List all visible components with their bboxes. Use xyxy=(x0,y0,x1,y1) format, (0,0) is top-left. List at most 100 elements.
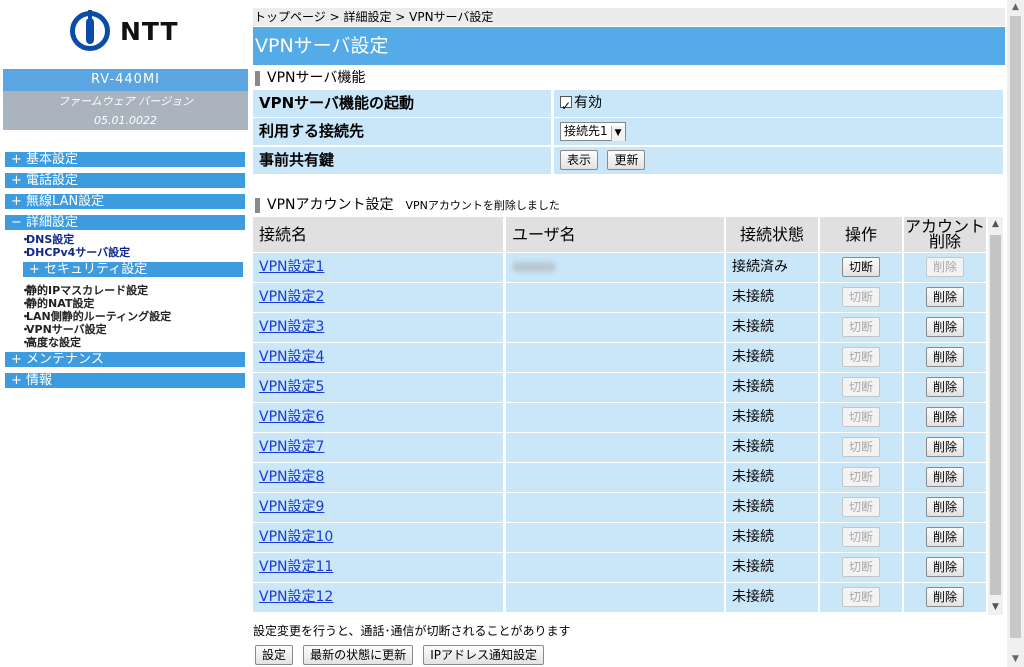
menu-dns-settings[interactable]: DNS設定 xyxy=(20,233,74,246)
page-scrollbar[interactable]: ▲ ▼ xyxy=(1007,0,1024,667)
scroll-down-icon[interactable]: ▼ xyxy=(1007,652,1024,667)
connection-name-link[interactable]: VPN設定7 xyxy=(259,439,324,455)
delete-cell: 削除 xyxy=(904,253,986,282)
user-name-cell xyxy=(506,313,724,342)
menu-phone-settings[interactable]: + 電話設定 xyxy=(5,173,245,188)
model-name: RV-440MI xyxy=(3,69,248,91)
connection-label: 利用する接続先 xyxy=(253,118,551,145)
disconnect-button[interactable]: 切断 xyxy=(841,437,880,457)
disconnect-button[interactable]: 切断 xyxy=(841,347,880,367)
delete-cell: 削除 xyxy=(904,373,986,402)
ip-notify-button[interactable]: IPアドレス通知設定 xyxy=(423,644,544,665)
delete-account-button[interactable]: 削除 xyxy=(925,527,964,547)
menu-dhcp-settings[interactable]: DHCPv4サーバ設定 xyxy=(20,246,130,259)
connection-select[interactable]: 接続先1 ▼ xyxy=(560,121,626,141)
delete-cell: 削除 xyxy=(904,553,986,582)
status-message: VPNアカウントを削除しました xyxy=(405,199,560,212)
save-button[interactable]: 設定 xyxy=(255,644,294,665)
disconnect-button[interactable]: 切断 xyxy=(841,377,880,397)
delete-cell: 削除 xyxy=(904,433,986,462)
disconnect-button[interactable]: 切断 xyxy=(841,467,880,487)
connection-name-cell: VPN設定9 xyxy=(253,493,503,522)
disconnect-button[interactable]: 切断 xyxy=(841,497,880,517)
menu-advanced-settings[interactable]: − 詳細設定 xyxy=(5,215,245,230)
enable-checkbox[interactable] xyxy=(560,93,572,120)
connection-name-link[interactable]: VPN設定8 xyxy=(259,469,324,485)
menu-wlan-settings[interactable]: + 無線LAN設定 xyxy=(5,194,245,209)
redacted-username xyxy=(512,262,556,272)
psk-value-cell: 表示 更新 xyxy=(554,147,1003,174)
connection-name-link[interactable]: VPN設定5 xyxy=(259,379,324,395)
vpn-accounts-section-heading: VPNアカウント設定 VPNアカウントを削除しました xyxy=(253,195,560,215)
menu-vpn-server[interactable]: VPNサーバ設定 xyxy=(20,323,107,336)
delete-cell: 削除 xyxy=(904,313,986,342)
sidebar: NTT RV-440MI ファームウェア バージョン 05.01.0022 + … xyxy=(0,0,250,667)
disconnect-button[interactable]: 切断 xyxy=(841,317,880,337)
warning-note: 設定変更を行うと、通話･通信が切断されることがあります xyxy=(253,624,571,638)
disconnect-button[interactable]: 切断 xyxy=(841,527,880,547)
action-cell: 切断 xyxy=(820,463,902,492)
delete-account-button[interactable]: 削除 xyxy=(925,287,964,307)
scroll-up-icon[interactable]: ▲ xyxy=(988,217,1003,232)
connection-name-link[interactable]: VPN設定10 xyxy=(259,529,333,545)
delete-account-button[interactable]: 削除 xyxy=(925,317,964,337)
menu-basic-settings[interactable]: + 基本設定 xyxy=(5,152,245,167)
delete-account-button[interactable]: 削除 xyxy=(925,467,964,487)
connection-name-link[interactable]: VPN設定9 xyxy=(259,499,324,515)
connection-name-cell: VPN設定4 xyxy=(253,343,503,372)
form-row-enable: VPNサーバ機能の起動 有効 xyxy=(253,90,1003,120)
disconnect-button[interactable]: 切断 xyxy=(841,557,880,577)
table-scrollbar[interactable]: ▲ ▼ xyxy=(988,217,1003,615)
connection-name-cell: VPN設定2 xyxy=(253,283,503,312)
delete-account-button[interactable]: 削除 xyxy=(925,557,964,577)
delete-cell: 削除 xyxy=(904,523,986,552)
connection-name-link[interactable]: VPN設定3 xyxy=(259,319,324,335)
scroll-up-icon[interactable]: ▲ xyxy=(1007,0,1024,15)
menu-static-nat[interactable]: 静的NAT設定 xyxy=(20,297,94,310)
bottom-actions: 設定 最新の状態に更新 IPアドレス通知設定 xyxy=(255,644,549,665)
update-psk-button[interactable]: 更新 xyxy=(607,150,646,170)
connection-name-link[interactable]: VPN設定2 xyxy=(259,289,324,305)
connection-name-link[interactable]: VPN設定1 xyxy=(259,259,324,275)
menu-maintenance[interactable]: + メンテナンス xyxy=(5,352,245,367)
delete-account-button[interactable]: 削除 xyxy=(925,377,964,397)
logo-text: NTT xyxy=(120,16,179,46)
menu-info[interactable]: + 情報 xyxy=(5,373,245,388)
delete-account-button[interactable]: 削除 xyxy=(925,257,964,277)
delete-account-button[interactable]: 削除 xyxy=(925,347,964,367)
disconnect-button[interactable]: 切断 xyxy=(841,407,880,427)
disconnect-button[interactable]: 切断 xyxy=(841,257,880,277)
status-cell: 未接続 xyxy=(726,343,818,372)
delete-account-button[interactable]: 削除 xyxy=(925,497,964,517)
menu-security-settings[interactable]: + セキュリティ設定 xyxy=(23,262,243,277)
menu-lan-routing[interactable]: LAN側静的ルーティング設定 xyxy=(20,310,171,323)
scroll-down-icon[interactable]: ▼ xyxy=(988,600,1003,615)
menu-static-ipmasq[interactable]: 静的IPマスカレード設定 xyxy=(20,284,148,297)
scrollbar-thumb[interactable] xyxy=(990,235,1001,595)
delete-account-button[interactable]: 削除 xyxy=(925,407,964,427)
vpn-server-section-heading: VPNサーバ機能 xyxy=(253,68,365,88)
delete-account-button[interactable]: 削除 xyxy=(925,587,964,607)
connection-name-link[interactable]: VPN設定11 xyxy=(259,559,333,575)
column-header-account-delete: アカウント 削除 xyxy=(904,217,986,252)
show-psk-button[interactable]: 表示 xyxy=(560,150,599,170)
disconnect-button[interactable]: 切断 xyxy=(841,587,880,607)
disconnect-button[interactable]: 切断 xyxy=(841,287,880,307)
connection-name-link[interactable]: VPN設定12 xyxy=(259,589,333,605)
header-line: 削除 xyxy=(928,232,961,251)
user-name-cell xyxy=(506,343,724,372)
delete-account-button[interactable]: 削除 xyxy=(925,437,964,457)
connection-name-link[interactable]: VPN設定4 xyxy=(259,349,324,365)
scrollbar-thumb[interactable] xyxy=(1010,16,1021,638)
refresh-button[interactable]: 最新の状態に更新 xyxy=(303,644,414,665)
connection-name-link[interactable]: VPN設定6 xyxy=(259,409,324,425)
status-cell: 未接続 xyxy=(726,583,818,612)
chevron-down-icon: ▼ xyxy=(610,125,625,141)
firmware-info: ファームウェア バージョン 05.01.0022 xyxy=(3,91,248,130)
column-header-user: ユーザ名 xyxy=(506,217,724,252)
menu-advanced-options[interactable]: 高度な設定 xyxy=(20,336,81,349)
status-cell: 未接続 xyxy=(726,493,818,522)
ntt-logo: NTT xyxy=(70,10,179,52)
page-title: VPNサーバ設定 xyxy=(253,27,1005,65)
user-name-cell xyxy=(506,523,724,552)
